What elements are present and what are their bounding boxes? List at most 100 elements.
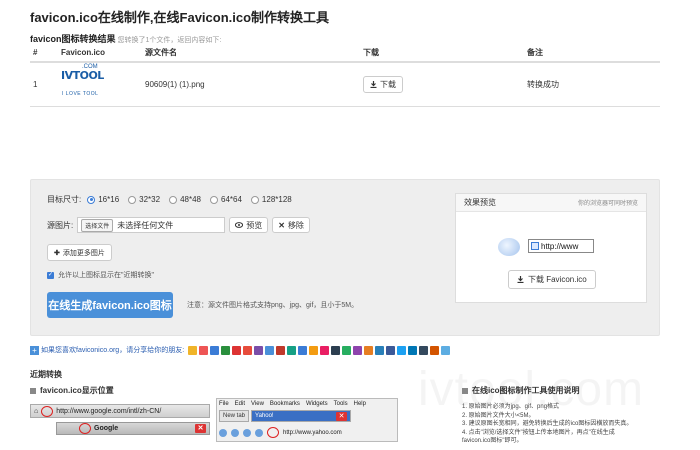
share-service-icon[interactable] bbox=[243, 345, 253, 355]
eye-icon bbox=[235, 222, 244, 228]
close-icon: ✕ bbox=[195, 424, 206, 433]
radio-icon bbox=[210, 195, 218, 204]
share-service-icon[interactable] bbox=[254, 345, 264, 355]
help-item: 3. 建议原图长宽相同，避免转换后生成的ico图标因横放而失真。 bbox=[462, 421, 633, 427]
share-plus-icon[interactable]: + bbox=[30, 345, 39, 355]
help-title: 在线ico图标制作工具使用说明 bbox=[472, 386, 580, 395]
help-section: 在线ico图标制作工具使用说明 1. 原始图片必须为jpg、gif、png格式 … bbox=[462, 385, 672, 446]
size-option-label: 128*128 bbox=[261, 195, 292, 204]
share-service-icon[interactable] bbox=[287, 345, 297, 355]
highlight-circle-icon bbox=[79, 423, 91, 434]
share-service-icon[interactable] bbox=[375, 345, 385, 355]
generate-button[interactable]: 在线生成favicon.ico图标 bbox=[47, 292, 173, 318]
forward-arrow-icon bbox=[231, 428, 239, 437]
add-more-button[interactable]: ✚ 添加更多图片 bbox=[47, 244, 112, 261]
yahoo-url: http://www.yahoo.com bbox=[283, 429, 342, 436]
size-option-label: 16*16 bbox=[98, 195, 120, 204]
share-service-icon[interactable] bbox=[430, 345, 440, 355]
share-service-icon[interactable] bbox=[419, 345, 429, 355]
download-button[interactable]: 下载 bbox=[363, 75, 403, 93]
share-service-icon[interactable] bbox=[188, 345, 198, 355]
file-input[interactable]: 选择文件 未选择任何文件 bbox=[77, 217, 226, 233]
browser-preview: http://www bbox=[498, 234, 602, 260]
size-label: 目标尺寸: bbox=[47, 195, 82, 204]
preview-url: http://www bbox=[541, 241, 579, 251]
new-tab: New tab bbox=[219, 410, 250, 422]
table-header-row: # Favicon.ico 源文件名 下载 备注 bbox=[30, 44, 660, 63]
home-icon: ⌂ bbox=[34, 407, 39, 415]
share-service-icon[interactable] bbox=[342, 345, 352, 355]
format-note: 注意：源文件图片格式支持png、jpg、gif，且小于5M。 bbox=[187, 302, 359, 309]
size-option-label: 48*48 bbox=[180, 195, 201, 204]
opera-menu: File Edit View Bookmarks Widgets Tools H… bbox=[217, 399, 397, 407]
row-filename: 90609(1) (1).png bbox=[145, 62, 363, 107]
converter-panel: 目标尺寸: 16*16 32*32 48*48 64*64 128*128 源图… bbox=[30, 179, 660, 336]
row-note: 转换成功 bbox=[527, 62, 660, 107]
share-service-icon[interactable] bbox=[353, 345, 363, 355]
remove-button[interactable]: ✕ 移除 bbox=[272, 217, 310, 233]
share-service-icon[interactable] bbox=[331, 345, 341, 355]
download-icon bbox=[370, 80, 377, 88]
page-title: favicon.ico在线制作,在线Favicon.ico制作转换工具 bbox=[30, 10, 330, 25]
close-icon: ✕ bbox=[278, 220, 285, 230]
menu-item: File bbox=[219, 401, 229, 407]
fast-forward-icon bbox=[243, 428, 251, 437]
share-service-icon[interactable] bbox=[199, 345, 209, 355]
size-option-label: 64*64 bbox=[221, 195, 242, 204]
plus-icon: ✚ bbox=[54, 249, 60, 257]
download-favicon-label: 下载 Favicon.ico bbox=[528, 275, 587, 284]
choose-file-button[interactable]: 选择文件 bbox=[81, 218, 114, 232]
share-service-icon[interactable] bbox=[221, 345, 231, 355]
col-index: # bbox=[30, 44, 61, 63]
square-bullet-icon bbox=[30, 387, 36, 394]
size-option-48[interactable]: 48*48 bbox=[169, 195, 201, 204]
checkbox-checked-icon[interactable]: ✓ bbox=[47, 271, 54, 279]
share-icons bbox=[188, 345, 451, 355]
share-service-icon[interactable] bbox=[441, 345, 451, 355]
share-service-icon[interactable] bbox=[232, 345, 242, 355]
size-option-128[interactable]: 128*128 bbox=[250, 195, 292, 204]
size-option-64[interactable]: 64*64 bbox=[210, 195, 242, 204]
google-tab-label: Google bbox=[94, 425, 119, 432]
size-option-16[interactable]: 16*16 bbox=[87, 195, 119, 204]
share-service-icon[interactable] bbox=[320, 345, 330, 355]
share-service-icon[interactable] bbox=[309, 345, 319, 355]
preview-address-bar: http://www bbox=[528, 239, 594, 253]
help-item: 2. 原始图片文件大小<5M。 bbox=[462, 412, 535, 419]
new-tab-label: New tab bbox=[223, 413, 246, 419]
radio-icon bbox=[128, 195, 137, 204]
share-service-icon[interactable] bbox=[397, 345, 407, 355]
favicon-preview: IVTOOL .COM I LOVE TOOL bbox=[61, 62, 145, 107]
size-option-32[interactable]: 32*32 bbox=[128, 195, 160, 204]
ie-address-bar: ⌂ http://www.google.com/intl/zh-CN/ bbox=[30, 404, 210, 418]
row-index: 1 bbox=[30, 62, 61, 107]
download-icon bbox=[517, 276, 524, 283]
col-favicon: Favicon.ico bbox=[61, 44, 145, 63]
favicon-icon bbox=[531, 242, 539, 250]
share-service-icon[interactable] bbox=[364, 345, 374, 355]
share-service-icon[interactable] bbox=[298, 345, 308, 355]
share-service-icon[interactable] bbox=[408, 345, 418, 355]
reload-icon bbox=[255, 428, 263, 437]
download-label: 下载 bbox=[380, 79, 396, 89]
result-title: favicon图标转换结果 bbox=[30, 34, 116, 44]
radio-icon bbox=[169, 195, 178, 204]
result-subtitle: 您转换了1个文件，返回内容如下: bbox=[117, 37, 222, 44]
logo-text: IVTOOL bbox=[61, 69, 104, 83]
share-text: 如果您喜欢faviconico.org，请分享给你的朋友: bbox=[41, 347, 185, 354]
highlight-circle-icon bbox=[267, 427, 279, 438]
ie-tab-bar: Google ✕ bbox=[56, 422, 210, 435]
menu-item: Widgets bbox=[305, 401, 328, 407]
radio-checked-icon bbox=[87, 195, 96, 204]
radio-icon bbox=[250, 195, 259, 204]
share-service-icon[interactable] bbox=[210, 345, 220, 355]
share-service-icon[interactable] bbox=[386, 345, 396, 355]
preview-button[interactable]: 预览 bbox=[229, 217, 269, 233]
display-position-title: favicon.ico显示位置 bbox=[40, 386, 114, 395]
download-favicon-button[interactable]: 下载 Favicon.ico bbox=[508, 270, 596, 289]
share-service-icon[interactable] bbox=[265, 345, 275, 355]
ivtool-logo-image: IVTOOL .COM I LOVE TOOL bbox=[61, 64, 104, 103]
share-service-icon[interactable] bbox=[276, 345, 286, 355]
allow-recent-checkbox-row[interactable]: ✓ 允许以上图标显示在"近期转换" bbox=[47, 270, 154, 280]
opera-tabs: New tab Yahoo! ✕ bbox=[219, 410, 352, 422]
